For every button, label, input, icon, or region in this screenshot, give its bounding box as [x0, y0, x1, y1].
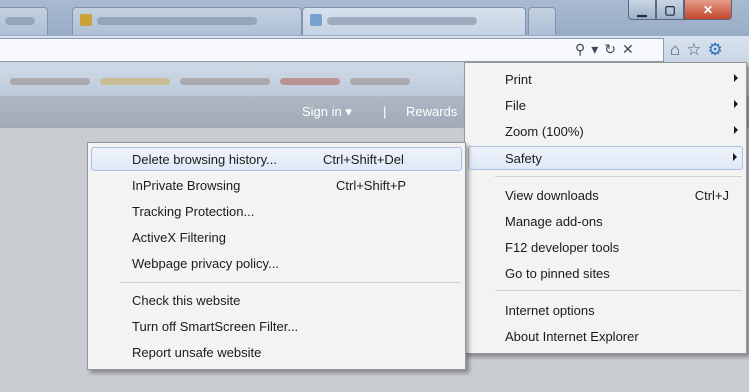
menu-item-label: InPrivate Browsing	[132, 178, 241, 193]
menu-item-safety[interactable]: Safety	[468, 146, 743, 170]
menu-item-delete-browsing-history[interactable]: Delete browsing history... Ctrl+Shift+De…	[91, 147, 462, 171]
browser-tab-2[interactable]	[72, 7, 302, 35]
menu-item-tracking-protection[interactable]: Tracking Protection...	[91, 199, 462, 223]
browser-tab-1[interactable]	[0, 7, 48, 35]
tools-gear-icon[interactable]: ⚙	[708, 40, 723, 60]
menu-item-label: Internet options	[505, 303, 595, 318]
home-icon[interactable]: ⌂	[670, 40, 680, 60]
safety-submenu: Delete browsing history... Ctrl+Shift+De…	[87, 142, 466, 370]
menu-item-turn-off-smartscreen-filter[interactable]: Turn off SmartScreen Filter...	[91, 314, 462, 338]
menu-item-label: Safety	[505, 151, 542, 166]
menu-item-label: Check this website	[132, 293, 241, 308]
menu-item-label: File	[505, 98, 526, 113]
menu-item-report-unsafe-website[interactable]: Report unsafe website	[91, 340, 462, 364]
menu-item-label: Turn off SmartScreen Filter...	[132, 319, 299, 334]
new-tab-button[interactable]	[528, 7, 556, 35]
menu-item-label: ActiveX Filtering	[132, 230, 226, 245]
rewards-link[interactable]: Rewards	[406, 104, 457, 119]
menu-item-label: Manage add-ons	[505, 214, 603, 229]
stop-icon[interactable]: ✕	[622, 41, 634, 58]
menu-item-about-internet-explorer[interactable]: About Internet Explorer	[468, 324, 743, 348]
refresh-icon[interactable]: ↻	[604, 41, 616, 58]
menu-item-activex-filtering[interactable]: ActiveX Filtering	[91, 225, 462, 249]
menu-item-print[interactable]: Print	[468, 67, 743, 91]
minimize-button[interactable]: ▁	[628, 0, 656, 20]
menu-item-zoom[interactable]: Zoom (100%)	[468, 119, 743, 143]
close-icon: ✕	[702, 2, 714, 17]
browser-tab-3-active[interactable]	[302, 7, 526, 35]
menu-item-shortcut: Ctrl+J	[694, 188, 729, 203]
menu-item-label: Zoom (100%)	[505, 124, 584, 139]
menu-item-manage-add-ons[interactable]: Manage add-ons	[468, 209, 743, 233]
submenu-arrow-icon	[734, 126, 738, 134]
menu-item-label: View downloads	[505, 188, 599, 203]
submenu-arrow-icon	[734, 100, 738, 108]
menu-item-internet-options[interactable]: Internet options	[468, 298, 743, 322]
menu-item-label: Print	[505, 72, 532, 87]
search-icon[interactable]: ⚲	[575, 41, 585, 58]
menu-item-f12-developer-tools[interactable]: F12 developer tools	[468, 235, 743, 259]
menu-item-inprivate-browsing[interactable]: InPrivate Browsing Ctrl+Shift+P	[91, 173, 462, 197]
menu-item-shortcut: Ctrl+Shift+P	[336, 178, 407, 193]
close-button[interactable]: ✕	[684, 0, 732, 20]
maximize-button[interactable]: ▢	[656, 0, 684, 20]
tab-favicon	[80, 14, 92, 26]
title-bar: ▁ ▢ ✕	[0, 0, 749, 36]
address-input[interactable]	[0, 38, 664, 62]
menu-item-label: Tracking Protection...	[132, 204, 255, 219]
submenu-arrow-icon	[734, 74, 738, 82]
menu-item-go-to-pinned-sites[interactable]: Go to pinned sites	[468, 261, 743, 285]
menu-item-check-this-website[interactable]: Check this website	[91, 288, 462, 312]
menu-item-view-downloads[interactable]: View downloads Ctrl+J	[468, 183, 743, 207]
menu-item-shortcut: Ctrl+Shift+Del	[323, 152, 404, 167]
dropdown-icon[interactable]: ▾	[591, 41, 598, 58]
sign-in-link[interactable]: Sign in ▾	[302, 104, 352, 120]
menu-separator	[495, 176, 742, 177]
menu-item-label: About Internet Explorer	[505, 329, 639, 344]
tools-menu: Print File Zoom (100%) Safety View downl…	[464, 62, 747, 354]
menu-item-label: Webpage privacy policy...	[132, 256, 279, 271]
favorites-icon[interactable]: ☆	[686, 40, 701, 60]
menu-item-webpage-privacy-policy[interactable]: Webpage privacy policy...	[91, 251, 462, 275]
menu-separator	[495, 290, 742, 291]
menu-separator	[120, 282, 461, 283]
minimize-icon: ▁	[637, 2, 647, 17]
command-divider: |	[383, 104, 387, 119]
tab-favicon	[310, 14, 322, 26]
menu-item-label: Delete browsing history...	[132, 152, 277, 167]
menu-item-label: Report unsafe website	[132, 345, 262, 360]
menu-item-file[interactable]: File	[468, 93, 743, 117]
maximize-icon: ▢	[664, 2, 676, 17]
menu-item-label: F12 developer tools	[505, 240, 620, 255]
menu-item-label: Go to pinned sites	[505, 266, 610, 281]
submenu-arrow-icon	[733, 153, 737, 161]
